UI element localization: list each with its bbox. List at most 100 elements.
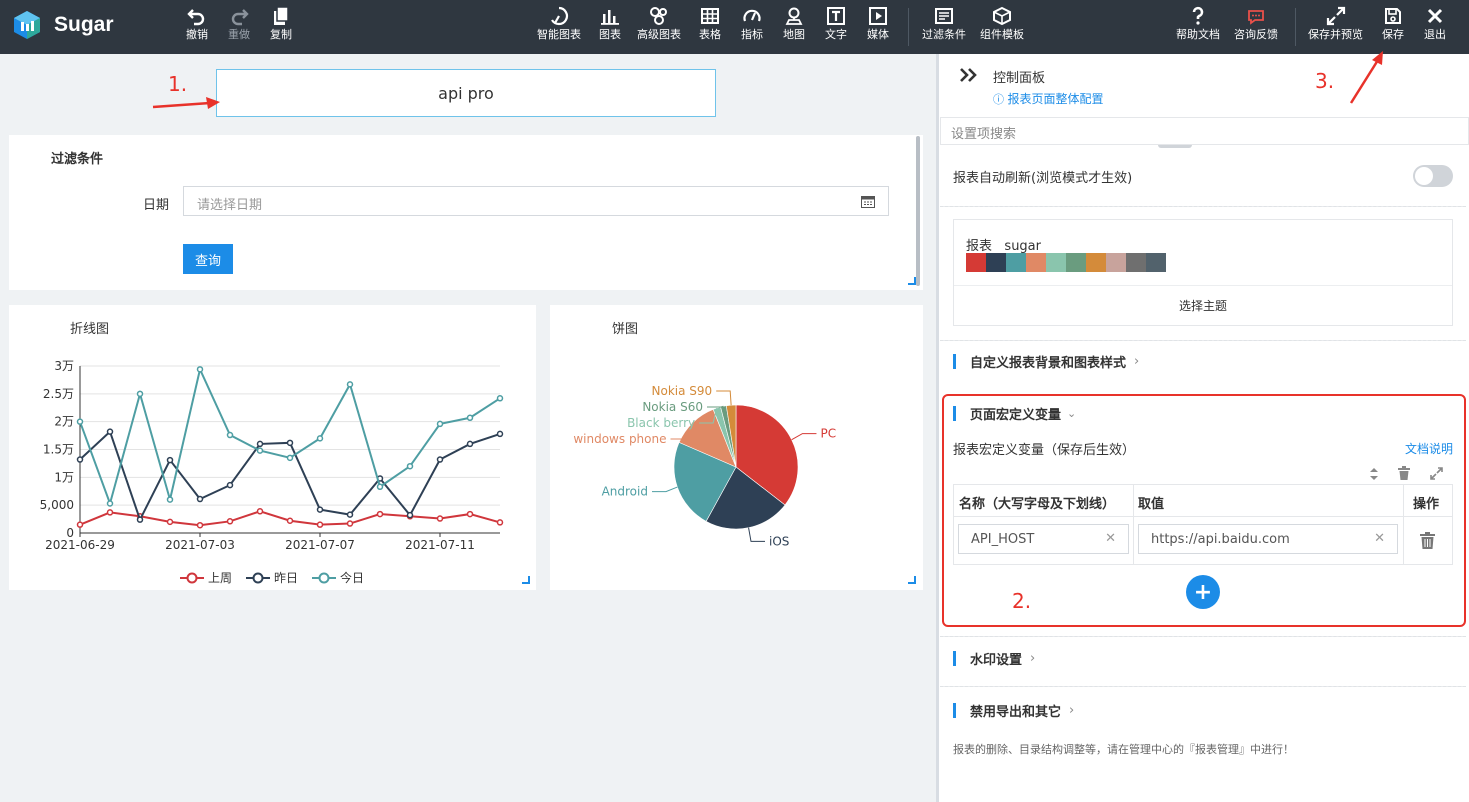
- data-point[interactable]: [286, 517, 294, 525]
- data-point[interactable]: [106, 500, 114, 507]
- resize-handle[interactable]: [908, 576, 916, 584]
- canvas-scrollbar[interactable]: [916, 136, 920, 286]
- map-button[interactable]: 地图: [783, 6, 805, 42]
- data-point[interactable]: [466, 414, 474, 422]
- data-point[interactable]: [406, 462, 414, 470]
- legend-item[interactable]: 今日: [312, 569, 364, 586]
- advanced-chart-button[interactable]: 高级图表: [637, 6, 681, 42]
- trash-icon[interactable]: [1397, 466, 1411, 480]
- filter-button[interactable]: 过滤条件: [922, 6, 966, 42]
- doc-link[interactable]: 文档说明: [1405, 440, 1453, 457]
- data-point[interactable]: [346, 381, 354, 388]
- data-point[interactable]: [496, 430, 504, 438]
- var-value-input[interactable]: https://api.baidu.com ✕: [1138, 524, 1398, 554]
- data-point[interactable]: [466, 510, 474, 518]
- data-point[interactable]: [226, 481, 234, 489]
- undo-button[interactable]: 撤销: [186, 6, 208, 42]
- text-button[interactable]: 文字: [825, 6, 847, 42]
- save-preview-button[interactable]: 保存并预览: [1308, 6, 1363, 42]
- data-point[interactable]: [496, 519, 504, 526]
- legend-item[interactable]: 昨日: [246, 569, 298, 586]
- data-point[interactable]: [256, 440, 264, 448]
- annotation-2: 2.: [1012, 589, 1032, 613]
- section-export[interactable]: 禁用导出和其它 ›: [953, 701, 1074, 720]
- section-watermark[interactable]: 水印设置 ›: [953, 649, 1035, 668]
- copy-button[interactable]: 复制: [270, 6, 292, 42]
- data-point[interactable]: [436, 515, 444, 522]
- data-point[interactable]: [196, 521, 204, 529]
- config-link[interactable]: ⓘ 报表页面整体配置: [993, 90, 1104, 107]
- data-point[interactable]: [346, 520, 354, 527]
- auto-refresh-toggle[interactable]: [1413, 165, 1453, 187]
- data-point[interactable]: [106, 428, 114, 435]
- data-point[interactable]: [316, 435, 324, 442]
- data-point[interactable]: [106, 509, 114, 516]
- clear-icon[interactable]: ✕: [1105, 531, 1116, 546]
- exit-button[interactable]: 退出: [1424, 6, 1446, 42]
- data-point[interactable]: [316, 521, 324, 528]
- metric-button[interactable]: 指标: [741, 6, 763, 42]
- theme-swatch: [1006, 253, 1026, 272]
- component-template-button[interactable]: 组件模板: [980, 6, 1024, 42]
- data-point[interactable]: [76, 521, 84, 528]
- data-point[interactable]: [136, 390, 144, 398]
- partial-toggle[interactable]: [1158, 145, 1192, 148]
- collapse-panel-icon[interactable]: [958, 64, 980, 86]
- redo-button[interactable]: 重做: [228, 6, 250, 42]
- app-logo[interactable]: Sugar: [12, 10, 114, 40]
- data-point[interactable]: [76, 456, 84, 463]
- legend-item[interactable]: 上周: [180, 569, 232, 586]
- data-point[interactable]: [346, 511, 354, 518]
- delete-row-icon[interactable]: [1420, 532, 1435, 549]
- data-point[interactable]: [406, 511, 414, 519]
- plus-icon: +: [1193, 579, 1213, 605]
- data-point[interactable]: [496, 395, 504, 402]
- data-point[interactable]: [226, 518, 234, 525]
- data-point[interactable]: [286, 454, 294, 462]
- calendar-icon[interactable]: [861, 195, 875, 208]
- chart-button[interactable]: 图表: [599, 6, 621, 42]
- data-point[interactable]: [166, 518, 174, 526]
- legend-marker-red: [180, 572, 204, 583]
- data-point[interactable]: [256, 447, 264, 454]
- auto-refresh-label: 报表自动刷新(浏览模式才生效): [953, 171, 1133, 186]
- date-input[interactable]: 请选择日期: [183, 186, 889, 216]
- data-point[interactable]: [436, 456, 444, 463]
- add-variable-button[interactable]: +: [1186, 575, 1220, 609]
- data-point[interactable]: [136, 516, 144, 523]
- media-button[interactable]: 媒体: [867, 6, 889, 42]
- report-title[interactable]: api pro: [438, 84, 494, 103]
- data-point[interactable]: [466, 440, 474, 448]
- data-point[interactable]: [376, 510, 384, 518]
- sort-icon[interactable]: [1369, 467, 1379, 481]
- data-point[interactable]: [436, 420, 444, 428]
- data-point[interactable]: [196, 366, 204, 373]
- data-point[interactable]: [226, 431, 234, 439]
- fullscreen-icon[interactable]: [1430, 467, 1443, 480]
- var-name-input[interactable]: API_HOST ✕: [958, 524, 1129, 554]
- settings-search-input[interactable]: 设置项搜索: [940, 117, 1469, 145]
- clear-icon[interactable]: ✕: [1374, 531, 1385, 546]
- table-button[interactable]: 表格: [699, 6, 721, 42]
- data-point[interactable]: [376, 483, 384, 491]
- smart-chart-button[interactable]: 智能图表: [537, 6, 581, 42]
- theme-name: sugar: [1004, 239, 1041, 254]
- legend-label: 今日: [340, 571, 365, 585]
- save-button[interactable]: 保存: [1382, 6, 1404, 42]
- data-point[interactable]: [286, 439, 294, 447]
- data-point[interactable]: [256, 508, 264, 515]
- section-bg-style[interactable]: 自定义报表背景和图表样式 ›: [953, 352, 1139, 371]
- data-point[interactable]: [196, 495, 204, 503]
- report-title-box[interactable]: api pro: [216, 69, 716, 117]
- section-macro-vars[interactable]: 页面宏定义变量 ⌄: [953, 404, 1076, 423]
- resize-handle[interactable]: [908, 277, 916, 285]
- data-point[interactable]: [316, 506, 324, 513]
- query-button[interactable]: 查询: [183, 244, 233, 274]
- choose-theme-button[interactable]: 选择主题: [954, 297, 1452, 314]
- data-point[interactable]: [76, 418, 84, 425]
- data-point[interactable]: [166, 456, 174, 464]
- data-point[interactable]: [166, 496, 174, 503]
- feedback-button[interactable]: 咨询反馈: [1234, 6, 1278, 42]
- help-doc-button[interactable]: 帮助文档: [1176, 6, 1220, 42]
- resize-handle[interactable]: [522, 576, 530, 584]
